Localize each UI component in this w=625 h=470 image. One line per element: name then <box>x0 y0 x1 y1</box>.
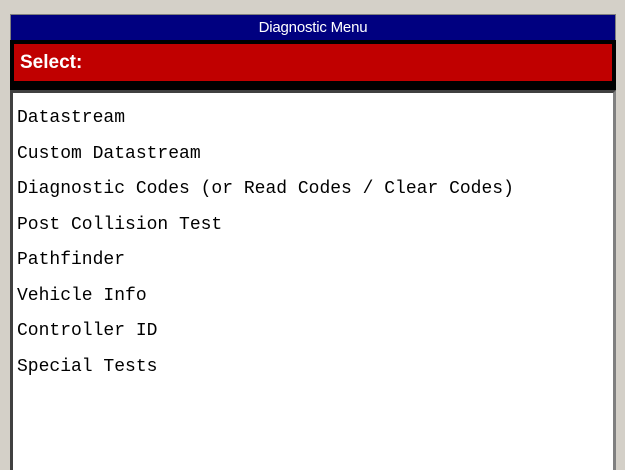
diagnostic-menu-window: Diagnostic Menu Select: Datastream Custo… <box>0 0 625 470</box>
menu-list: Datastream Custom Datastream Diagnostic … <box>17 101 613 385</box>
menu-item-controller-id[interactable]: Controller ID <box>17 314 613 350</box>
select-label: Select: <box>14 44 612 81</box>
menu-item-vehicle-info[interactable]: Vehicle Info <box>17 279 613 315</box>
menu-item-diagnostic-codes[interactable]: Diagnostic Codes (or Read Codes / Clear … <box>17 172 613 208</box>
window-title: Diagnostic Menu <box>10 14 616 40</box>
select-header: Select: <box>10 40 616 90</box>
menu-item-datastream[interactable]: Datastream <box>17 101 613 137</box>
menu-item-special-tests[interactable]: Special Tests <box>17 350 613 386</box>
menu-item-pathfinder[interactable]: Pathfinder <box>17 243 613 279</box>
menu-item-custom-datastream[interactable]: Custom Datastream <box>17 137 613 173</box>
menu-item-post-collision-test[interactable]: Post Collision Test <box>17 208 613 244</box>
menu-list-panel: Datastream Custom Datastream Diagnostic … <box>10 90 616 470</box>
